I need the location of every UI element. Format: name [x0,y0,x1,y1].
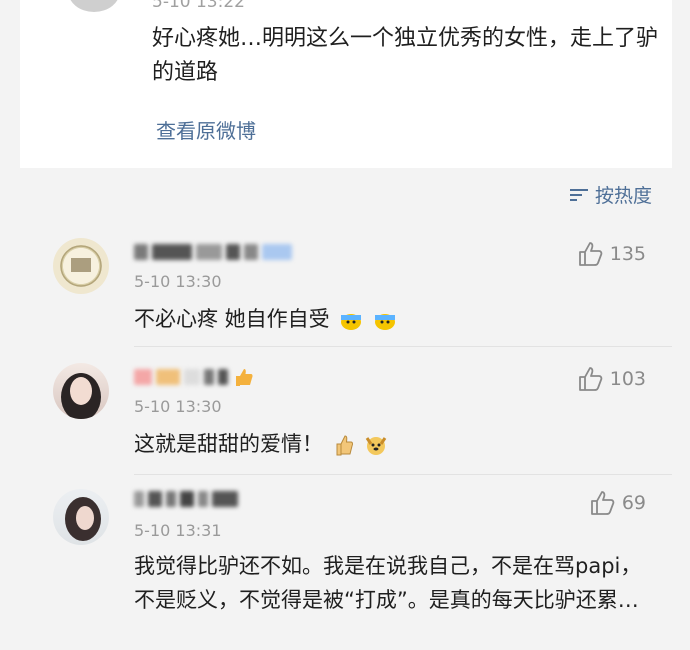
commenter-username-blurred[interactable] [134,489,238,509]
comment-time: 5-10 13:30 [134,272,222,291]
comment-text: 不必心疼 她自作自受 [134,302,654,336]
like-count: 135 [609,243,646,265]
chick-emoji-icon [375,314,396,330]
sort-icon [569,188,588,201]
comment-item: 5-10 13:30 这就是甜甜的爱情！ 103 [20,347,672,475]
sort-by-hot-button[interactable]: 按热度 [569,181,652,208]
comment-item: 5-10 13:31 我觉得比驴还不如。我是在说我自己，不是在骂papi，不是贬… [20,475,672,650]
thumbs-up-icon [590,491,615,515]
like-button[interactable]: 103 [576,365,646,393]
post-time: 5-10 13:22 [152,0,245,12]
comment-item: 5-10 13:30 不必心疼 她自作自受 135 [20,222,672,347]
commenter-avatar[interactable] [53,363,109,419]
post-author-avatar[interactable] [68,0,120,12]
avatar-portrait-icon [61,373,101,419]
thumbs-up-emoji-icon [236,369,253,386]
avatar-seal-icon [60,245,102,287]
avatar-portrait-icon [65,497,101,541]
commenter-avatar[interactable] [53,238,109,294]
commenter-avatar[interactable] [53,489,109,545]
commenter-username-blurred[interactable] [134,242,292,262]
thumbs-up-icon [578,367,603,391]
comment-text-body: 这就是甜甜的爱情！ [134,432,323,456]
thumbs-up-emoji-icon [336,435,353,456]
commenter-username-blurred[interactable] [134,367,254,387]
chick-emoji-icon [341,314,362,330]
like-count: 103 [609,368,646,390]
comment-time: 5-10 13:31 [134,521,222,540]
comment-text: 我觉得比驴还不如。我是在说我自己，不是在骂papi，不是贬义，不觉得是被“打成”… [134,554,642,612]
dog-emoji-icon [366,437,387,455]
comment-time: 5-10 13:30 [134,397,222,416]
comment-text-body: 不必心疼 她自作自受 [134,307,330,331]
like-button[interactable]: 69 [588,489,646,517]
sort-label: 按热度 [594,185,652,207]
like-count: 69 [621,492,646,514]
post-text: 好心疼她…明明这么一个独立优秀的女性，走上了驴的道路 [152,26,659,85]
comment-text: 这就是甜甜的爱情！ [134,427,654,461]
post-card: 5-10 13:22 好心疼她…明明这么一个独立优秀的女性，走上了驴的道路 查看… [20,0,672,168]
like-button[interactable]: 135 [576,240,646,268]
thumbs-up-icon [578,242,603,266]
view-original-weibo-link[interactable]: 查看原微博 [156,115,256,144]
